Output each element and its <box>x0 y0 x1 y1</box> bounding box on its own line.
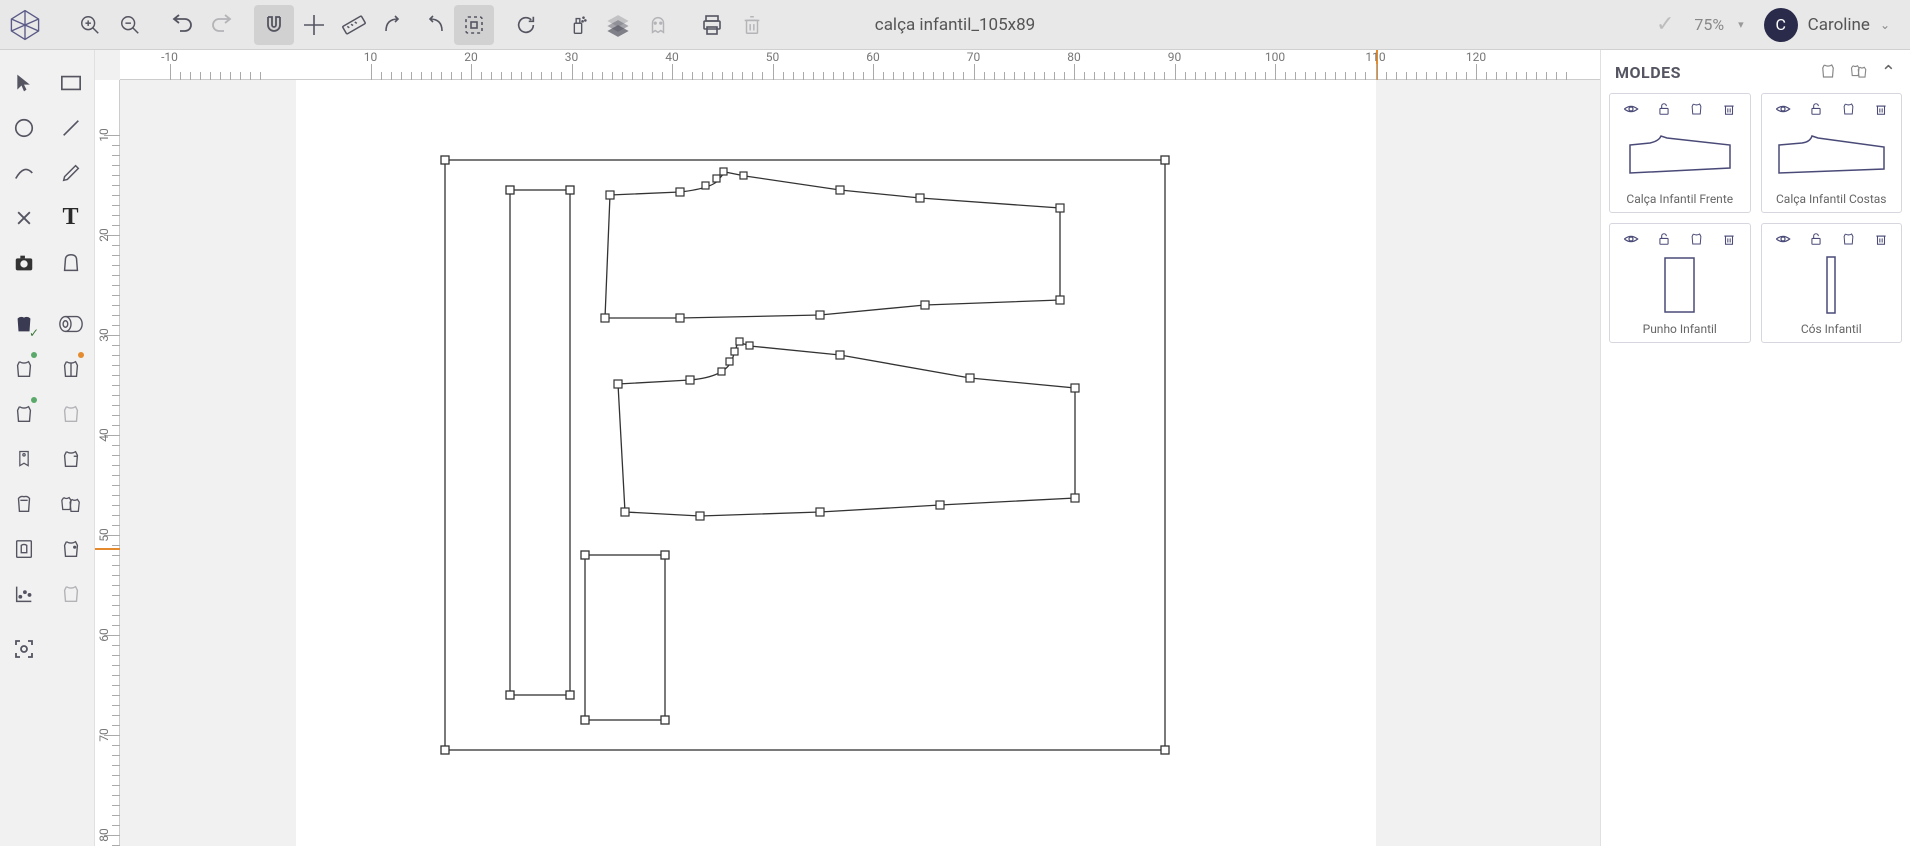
zoom-in-button[interactable] <box>70 5 110 45</box>
zoom-out-button[interactable] <box>110 5 150 45</box>
garment-variant-2[interactable] <box>47 346 94 391</box>
ghost-button <box>638 5 678 45</box>
bounding-tool-button[interactable] <box>454 5 494 45</box>
trash-icon[interactable] <box>1874 231 1888 247</box>
line-tool[interactable] <box>47 105 94 150</box>
empty-slot <box>47 626 94 671</box>
canvas[interactable] <box>120 80 1600 846</box>
garment-icon[interactable] <box>1841 231 1856 247</box>
trash-icon[interactable] <box>1874 101 1888 117</box>
avatar: C <box>1764 8 1798 42</box>
right-panel: MOLDES ⌃ Calça Infanti <box>1600 50 1910 846</box>
trash-icon[interactable] <box>1722 231 1736 247</box>
fabric-roll-tool[interactable] <box>47 301 94 346</box>
curve-tool-button[interactable] <box>374 5 414 45</box>
mold-card-cos[interactable]: Cós Infantil <box>1761 223 1903 343</box>
topbar: calça infantil_105x89 ✓ 75% ▾ C Caroline… <box>0 0 1910 50</box>
zoom-dropdown[interactable]: 75% ▾ <box>1694 15 1743 34</box>
garment-variant-7[interactable] <box>47 526 94 571</box>
crosshair-button[interactable] <box>294 5 334 45</box>
multi-garment-tool[interactable] <box>47 481 94 526</box>
lock-icon[interactable] <box>1657 101 1671 117</box>
eye-icon[interactable] <box>1775 231 1791 247</box>
app-logo <box>0 0 50 50</box>
redo-button <box>202 5 242 45</box>
multi-garment-icon[interactable] <box>1849 62 1869 83</box>
garment-icon[interactable] <box>1689 231 1704 247</box>
scan-tool[interactable] <box>0 626 47 671</box>
print-button[interactable] <box>692 5 732 45</box>
bodice-filled-tool[interactable]: ✓ <box>0 301 47 346</box>
ruler-tool-button[interactable] <box>334 5 374 45</box>
chevron-down-icon: ▾ <box>1738 18 1744 31</box>
garment-doc-tool[interactable] <box>0 526 47 571</box>
refresh-button[interactable] <box>506 5 546 45</box>
garment-variant-4[interactable] <box>47 391 94 436</box>
mold-label: Cós Infantil <box>1801 320 1862 338</box>
magnet-snap-button[interactable] <box>254 5 294 45</box>
rectangle-tool[interactable] <box>47 60 94 105</box>
mold-card-punho[interactable]: Punho Infantil <box>1609 223 1751 343</box>
close-tool[interactable] <box>0 195 47 240</box>
curve-tool[interactable] <box>0 150 47 195</box>
eye-icon[interactable] <box>1623 101 1639 117</box>
zoom-value: 75% <box>1694 15 1724 34</box>
mold-card-frente[interactable]: Calça Infantil Frente <box>1609 93 1751 213</box>
ellipse-tool[interactable] <box>0 105 47 150</box>
garment-icon[interactable] <box>1841 101 1856 117</box>
mold-label: Punho Infantil <box>1643 320 1717 338</box>
vertical-ruler: 1020304050607080 <box>95 80 120 846</box>
lock-icon[interactable] <box>1809 231 1823 247</box>
mold-label: Calça Infantil Costas <box>1776 190 1887 208</box>
chart-tool[interactable] <box>0 571 47 616</box>
user-menu[interactable]: C Caroline ⌄ <box>1764 8 1890 42</box>
garment-icon[interactable] <box>1689 101 1704 117</box>
lock-icon[interactable] <box>1657 231 1671 247</box>
pencil-tool[interactable] <box>47 150 94 195</box>
garment-tool[interactable] <box>47 240 94 285</box>
garment-variant-1[interactable] <box>0 346 47 391</box>
curve-tool-2-button[interactable] <box>414 5 454 45</box>
eye-icon[interactable] <box>1775 101 1791 117</box>
camera-tool[interactable] <box>0 240 47 285</box>
chevron-down-icon: ⌄ <box>1880 18 1890 32</box>
delete-button <box>732 5 772 45</box>
left-toolbar: T ✓ <box>0 50 95 846</box>
mold-label: Calça Infantil Frente <box>1626 190 1733 208</box>
garment-variant-5[interactable] <box>47 436 94 481</box>
canvas-area[interactable]: -10102030405060708090100110120 102030405… <box>95 50 1600 846</box>
garment-variant-6[interactable] <box>0 481 47 526</box>
spray-tool-button[interactable] <box>558 5 598 45</box>
eye-icon[interactable] <box>1623 231 1639 247</box>
select-tool[interactable] <box>0 60 47 105</box>
text-tool[interactable]: T <box>47 195 94 240</box>
validate-icon[interactable]: ✓ <box>1656 12 1674 37</box>
mold-card-costas[interactable]: Calça Infantil Costas <box>1761 93 1903 213</box>
chevron-up-icon[interactable]: ⌃ <box>1881 62 1896 83</box>
layers-button[interactable] <box>598 5 638 45</box>
undo-button[interactable] <box>162 5 202 45</box>
user-name: Caroline <box>1808 15 1870 35</box>
document-title: calça infantil_105x89 <box>875 15 1035 35</box>
tag-tool[interactable] <box>0 436 47 481</box>
lock-icon[interactable] <box>1809 101 1823 117</box>
trash-icon[interactable] <box>1722 101 1736 117</box>
horizontal-ruler: -10102030405060708090100110120 <box>120 50 1600 80</box>
garment-variant-3[interactable] <box>0 391 47 436</box>
garment-variant-8[interactable] <box>47 571 94 616</box>
garment-outline-icon[interactable] <box>1819 62 1837 83</box>
panel-title: MOLDES <box>1615 63 1681 82</box>
